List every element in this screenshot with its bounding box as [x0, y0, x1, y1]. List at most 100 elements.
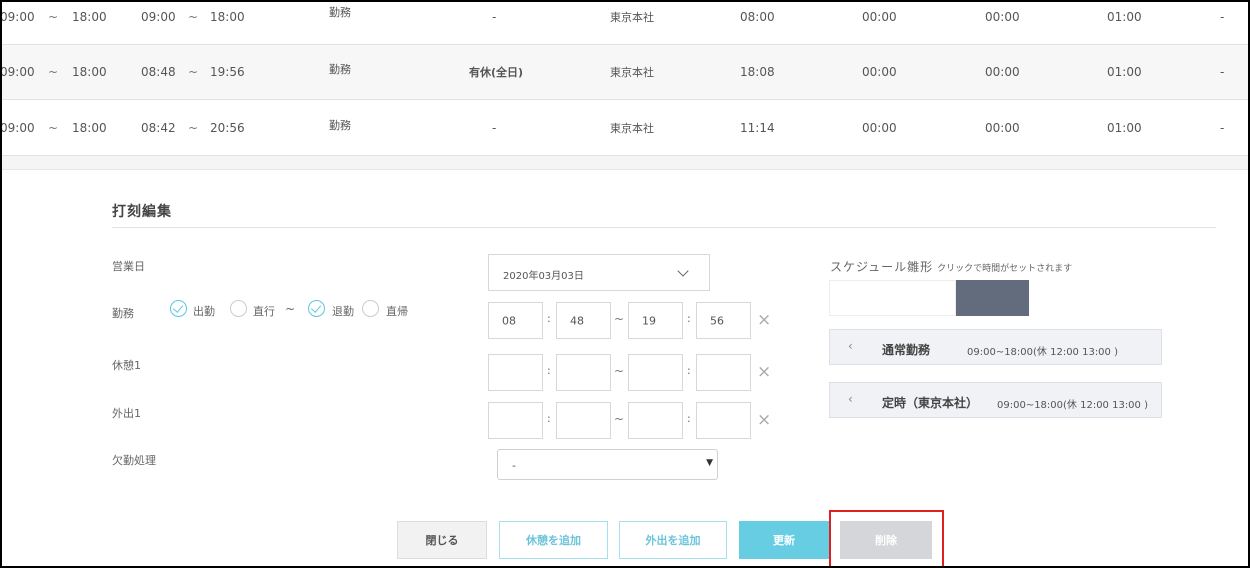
out-start-minute-input[interactable] — [556, 402, 611, 439]
clear-work-icon[interactable]: × — [757, 312, 771, 329]
template-name: 通常勤務 — [882, 343, 931, 357]
col-4: - — [1220, 10, 1225, 24]
chevron-left-icon: ‹ — [848, 392, 853, 406]
update-button[interactable]: 更新 — [739, 521, 829, 559]
close-button[interactable]: 閉じる — [397, 521, 487, 559]
tilde: ~ — [614, 364, 625, 378]
tilde: ~ — [614, 412, 625, 426]
direct-go-checkbox[interactable] — [230, 300, 247, 317]
add-break-button[interactable]: 休憩を追加 — [499, 521, 608, 559]
outing-label: 外出1 — [112, 407, 141, 420]
clock-out-checkbox[interactable] — [308, 300, 325, 317]
work-end-hour-value: 19 — [642, 314, 656, 327]
template-name: 定時（東京本社） — [882, 396, 979, 410]
template-fixed-tokyo[interactable]: ‹ 定時（東京本社） 09:00~18:00(休 12:00 13:00 ) — [829, 382, 1162, 418]
tilde: ~ — [48, 10, 59, 24]
work-type: 勤務 — [329, 6, 351, 19]
template-time: 09:00~18:00(休 12:00 13:00 ) — [967, 347, 1118, 358]
work-start-minute-value: 48 — [570, 314, 584, 327]
absence-select[interactable]: - ▼ — [497, 449, 718, 480]
col-4: - — [1220, 121, 1225, 135]
schedule-template-title: スケジュール雛形 クリックで時間がセットされます — [830, 258, 1072, 275]
work-hours: 08:00 — [740, 10, 775, 24]
clock-out-label: 退勤 — [332, 305, 354, 318]
tilde: ~ — [48, 65, 59, 79]
clock-in-checkbox[interactable] — [170, 300, 187, 317]
col-1: 00:00 — [862, 10, 897, 24]
schedule-start: 09:00 — [0, 10, 35, 24]
leave-status: 有休(全日) — [469, 66, 524, 79]
schedule-start: 09:00 — [0, 121, 35, 135]
clock-in-label: 出勤 — [193, 305, 215, 318]
col-1: 00:00 — [862, 121, 897, 135]
break-end-minute-input[interactable] — [696, 354, 751, 391]
out-start-hour-input[interactable] — [488, 402, 543, 439]
dropdown-arrow-icon: ▼ — [706, 458, 713, 468]
actual-start: 08:48 — [141, 65, 176, 79]
leave-status: - — [492, 10, 497, 24]
add-outing-button[interactable]: 外出を追加 — [619, 521, 727, 559]
direct-return-label: 直帰 — [386, 305, 408, 318]
colon: : — [687, 312, 691, 325]
office: 東京本社 — [610, 122, 654, 135]
direct-return-checkbox[interactable] — [362, 300, 379, 317]
work-end-minute-value: 56 — [710, 314, 724, 327]
out-end-hour-input[interactable] — [628, 402, 683, 439]
attendance-screen: 09:00 ~ 18:00 09:00 ~ 18:00 勤務 - 東京本社 08… — [0, 0, 1250, 568]
tilde: ~ — [188, 10, 199, 24]
leave-status: - — [492, 121, 497, 135]
break-start-minute-input[interactable] — [556, 354, 611, 391]
schedule-template-label: スケジュール雛形 — [830, 260, 934, 274]
work-start-minute-input[interactable]: 48 — [556, 302, 611, 339]
col-1: 00:00 — [862, 65, 897, 79]
col-2: 00:00 — [985, 65, 1020, 79]
tilde: ~ — [285, 302, 296, 316]
col-3: 01:00 — [1107, 65, 1142, 79]
absence-value: - — [512, 459, 516, 472]
table-row[interactable]: 09:00 ~ 18:00 09:00 ~ 18:00 勤務 - 東京本社 08… — [0, 2, 1248, 45]
absence-label: 欠勤処理 — [112, 454, 156, 467]
table-row[interactable]: 09:00 ~ 18:00 08:42 ~ 20:56 勤務 - 東京本社 11… — [2, 101, 1248, 156]
break-start-hour-input[interactable] — [488, 354, 543, 391]
break-label: 休憩1 — [112, 359, 141, 372]
colon: : — [547, 364, 551, 377]
tilde: ~ — [614, 312, 625, 326]
break-end-hour-input[interactable] — [628, 354, 683, 391]
schedule-end: 18:00 — [72, 65, 107, 79]
business-day-label: 営業日 — [112, 260, 145, 273]
col-2: 00:00 — [985, 121, 1020, 135]
tilde: ~ — [48, 121, 59, 135]
actual-start: 08:42 — [141, 121, 176, 135]
work-start-hour-value: 08 — [502, 314, 516, 327]
business-day-select[interactable]: 2020年03月03日 — [488, 254, 710, 291]
colon: : — [547, 412, 551, 425]
work-end-hour-input[interactable]: 19 — [628, 302, 683, 339]
col-4: - — [1220, 65, 1225, 79]
table-row[interactable]: 09:00 ~ 18:00 08:48 ~ 19:56 勤務 有休(全日) 東京… — [2, 45, 1248, 100]
col-2: 00:00 — [985, 10, 1020, 24]
actual-start: 09:00 — [141, 10, 176, 24]
tilde: ~ — [188, 121, 199, 135]
actual-end: 20:56 — [210, 121, 245, 135]
chevron-left-icon: ‹ — [848, 339, 853, 353]
out-end-minute-input[interactable] — [696, 402, 751, 439]
work-start-hour-input[interactable]: 08 — [488, 302, 543, 339]
work-hours: 11:14 — [740, 121, 775, 135]
delete-button-highlight — [829, 510, 944, 566]
table-panel-divider — [2, 156, 1248, 170]
template-time: 09:00~18:00(休 12:00 13:00 ) — [997, 400, 1148, 411]
work-type: 勤務 — [329, 119, 351, 132]
direct-go-label: 直行 — [253, 305, 275, 318]
template-regular-work[interactable]: ‹ 通常勤務 09:00~18:00(休 12:00 13:00 ) — [829, 329, 1162, 365]
work-type: 勤務 — [329, 63, 351, 76]
template-swatch-empty[interactable] — [829, 280, 956, 316]
title-underline — [112, 227, 1216, 228]
business-day-value: 2020年03月03日 — [503, 271, 584, 282]
schedule-start: 09:00 — [0, 65, 35, 79]
schedule-end: 18:00 — [72, 121, 107, 135]
template-swatch-color[interactable] — [956, 280, 1029, 316]
col-3: 01:00 — [1107, 121, 1142, 135]
clear-break-icon[interactable]: × — [757, 364, 771, 381]
work-end-minute-input[interactable]: 56 — [696, 302, 751, 339]
clear-out-icon[interactable]: × — [757, 412, 771, 429]
